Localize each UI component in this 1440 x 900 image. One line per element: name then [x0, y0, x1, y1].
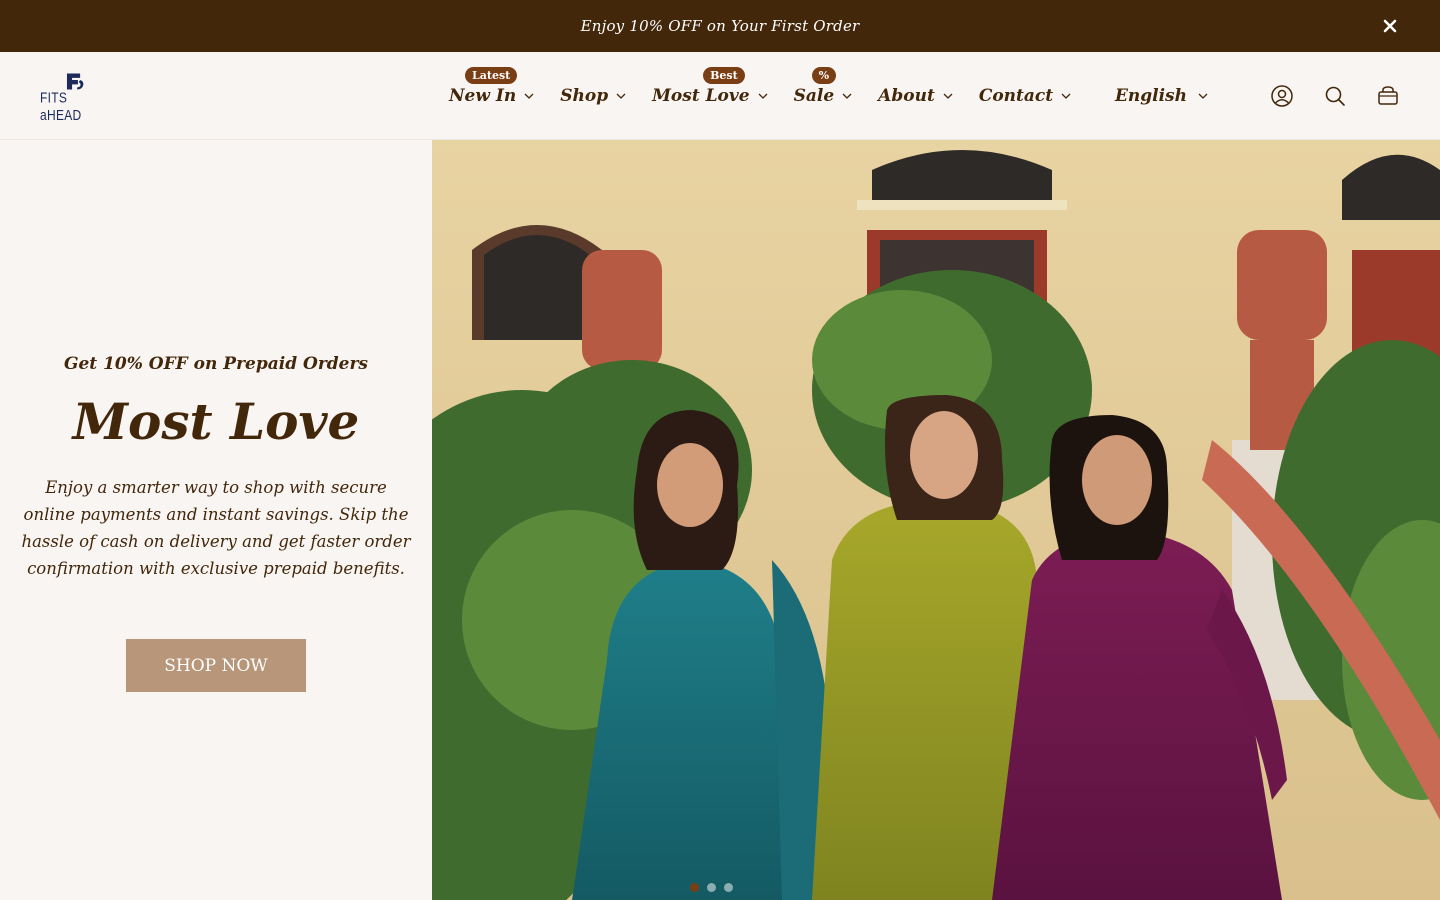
chevron-down-icon	[943, 93, 953, 99]
nav-label: Shop	[560, 86, 609, 106]
chevron-down-icon	[616, 93, 626, 99]
nav-label: About	[878, 86, 935, 106]
chevron-down-icon	[1198, 93, 1208, 99]
nav-item-contact[interactable]: Contact	[979, 86, 1072, 106]
nav-item-most-love[interactable]: Best Most Love	[652, 67, 768, 106]
carousel-dot[interactable]	[690, 883, 699, 892]
hero-image[interactable]	[432, 140, 1440, 900]
carousel-dot[interactable]	[707, 883, 716, 892]
nav-label: Most Love	[652, 86, 750, 106]
header-actions: English	[1115, 52, 1400, 140]
logo[interactable]: FITS aHEAD	[40, 72, 110, 124]
carousel-dots	[690, 883, 733, 892]
nav-item-shop[interactable]: Shop	[560, 86, 627, 106]
main-nav: Latest New In Shop Best Most Love % Sale…	[449, 52, 1097, 140]
announcement-text: Enjoy 10% OFF on Your First Order	[580, 17, 860, 35]
hero-description: Enjoy a smarter way to shop with secure …	[21, 478, 411, 578]
search-icon[interactable]	[1323, 84, 1347, 108]
nav-item-sale[interactable]: % Sale	[793, 67, 854, 106]
logo-text: FITS aHEAD	[40, 88, 82, 124]
nav-label: New In	[449, 86, 517, 106]
shop-now-button[interactable]: SHOP NOW	[126, 639, 306, 692]
account-icon[interactable]	[1270, 84, 1294, 108]
announcement-bar: Enjoy 10% OFF on Your First Order	[0, 0, 1440, 52]
carousel-dot[interactable]	[724, 883, 733, 892]
nav-badge-percent: %	[811, 67, 837, 84]
nav-item-new-in[interactable]: Latest New In	[449, 67, 535, 106]
nav-badge-latest: Latest	[465, 67, 518, 84]
site-header: FITS aHEAD Latest New In Shop Best Most …	[0, 52, 1440, 140]
chevron-down-icon	[758, 93, 768, 99]
chevron-down-icon	[524, 93, 534, 99]
close-icon[interactable]	[1380, 16, 1400, 36]
hero-text-panel: Get 10% OFF on Prepaid Orders Most Love …	[0, 140, 432, 900]
nav-item-about[interactable]: About	[878, 86, 954, 106]
hero-kicker: Get 10% OFF on Prepaid Orders	[63, 354, 369, 374]
language-selector[interactable]: English	[1115, 86, 1209, 106]
hero-title: Most Love	[72, 392, 360, 451]
nav-label: Contact	[978, 86, 1054, 106]
hero-photo-illustration	[432, 140, 1440, 900]
chevron-down-icon	[842, 93, 852, 99]
chevron-down-icon	[1061, 93, 1071, 99]
cart-icon[interactable]	[1376, 84, 1400, 108]
nav-badge-best: Best	[703, 67, 745, 84]
nav-label: Sale	[793, 86, 835, 106]
language-label: English	[1114, 86, 1187, 106]
